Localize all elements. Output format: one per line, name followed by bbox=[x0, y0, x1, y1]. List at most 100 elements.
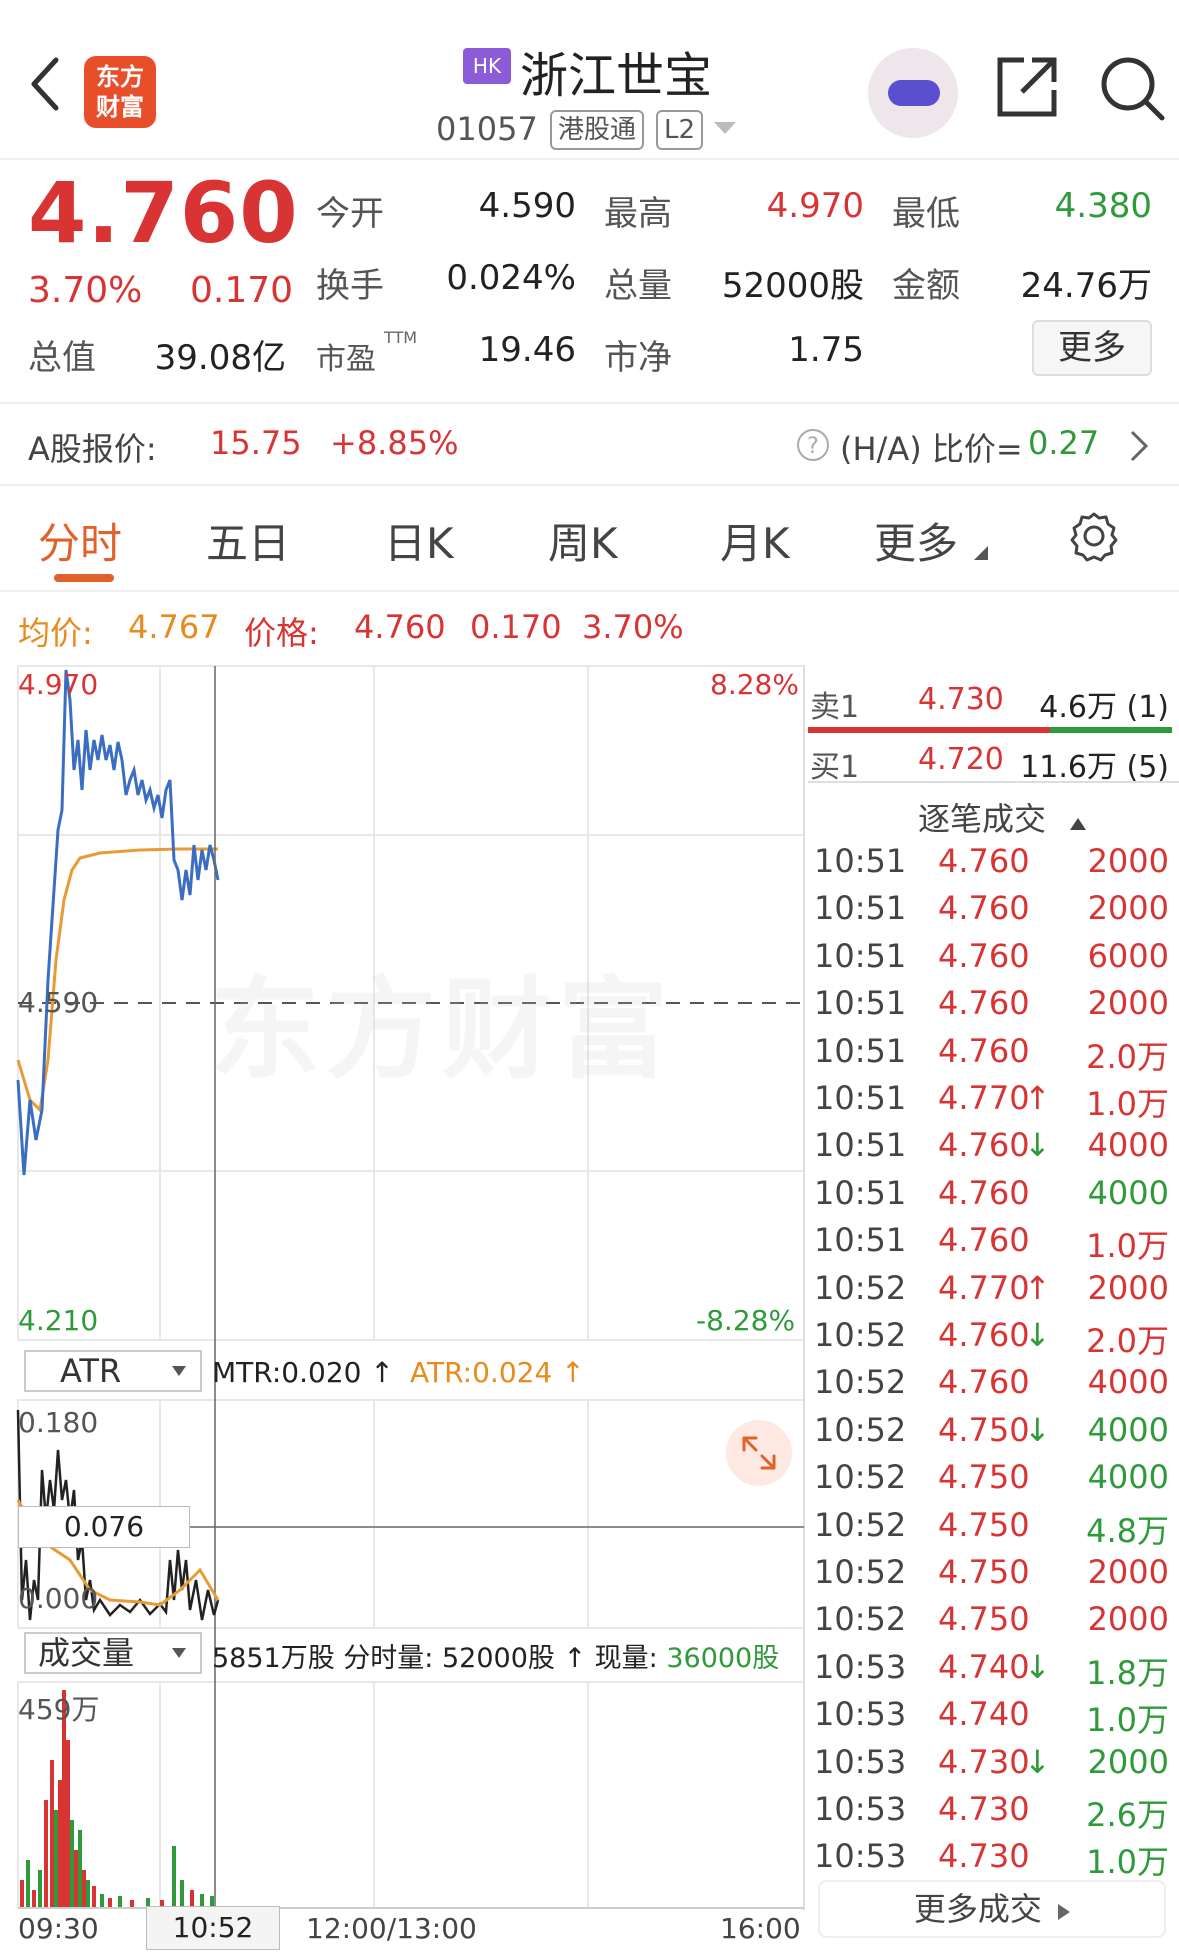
tick-volume: 1.0万 bbox=[1086, 1085, 1169, 1123]
tick-time: 10:52 bbox=[814, 1410, 907, 1449]
tick-time: 10:51 bbox=[814, 842, 907, 880]
time-label-close: 16:00 bbox=[720, 1912, 801, 1945]
tick-volume: 4000 bbox=[1087, 1363, 1169, 1402]
tick-row: 10:53 4.740 ↓ 1.8万 bbox=[810, 1648, 1179, 1695]
crosshair-value-tag: 0.076 bbox=[18, 1506, 190, 1548]
arrow-up-icon: ↑ bbox=[1024, 1079, 1051, 1117]
tick-price: 4.760 bbox=[938, 842, 1030, 880]
tick-price: 4.760 bbox=[938, 1363, 1030, 1402]
sort-up-icon bbox=[1070, 818, 1087, 830]
tick-volume: 1.0万 bbox=[1086, 1701, 1169, 1740]
tick-row: 10:51 4.760 2000 bbox=[810, 984, 1179, 1031]
tick-time: 10:53 bbox=[814, 1837, 907, 1876]
total-volume: 5851万股 bbox=[212, 1643, 335, 1674]
tick-time: 10:51 bbox=[814, 1031, 907, 1070]
arrow-down-icon: ↓ bbox=[1024, 1316, 1051, 1354]
tick-price: 4.730 bbox=[938, 1790, 1030, 1828]
tick-row: 10:51 4.760 6000 bbox=[810, 937, 1179, 984]
tick-row: 10:53 4.730 2.6万 bbox=[810, 1790, 1179, 1837]
tick-time: 10:53 bbox=[814, 1790, 907, 1828]
tick-price: 4.770 bbox=[938, 1079, 1030, 1117]
atr-y-max: 0.180 bbox=[18, 1406, 99, 1439]
volume-dropdown[interactable]: 成交量 bbox=[24, 1632, 202, 1674]
buy-label: 买1 bbox=[810, 750, 860, 785]
buy-price: 4.720 bbox=[918, 742, 1004, 777]
tick-volume: 2000 bbox=[1087, 984, 1169, 1023]
tick-time: 10:51 bbox=[814, 984, 907, 1023]
dropdown-arrow-icon bbox=[172, 1366, 186, 1376]
price-line bbox=[16, 669, 220, 1176]
tick-price: 4.750 bbox=[938, 1410, 1030, 1449]
tick-row: 10:53 4.730 ↓ 2000 bbox=[810, 1743, 1179, 1790]
tick-row: 10:52 4.750 4000 bbox=[810, 1458, 1179, 1505]
tick-volume: 1.0万 bbox=[1086, 1843, 1169, 1882]
time-label-midday: 12:00/13:00 bbox=[306, 1912, 477, 1945]
indicator-dropdown-label: ATR bbox=[60, 1352, 122, 1390]
tick-volume: 2000 bbox=[1087, 1553, 1169, 1591]
volume-summary: 5851万股 分时量: 52000股 ↑ 现量: 36000股 bbox=[212, 1636, 779, 1675]
tick-price: 4.740 bbox=[938, 1647, 1030, 1686]
mtr-value: MTR:0.020 ↑ bbox=[212, 1356, 394, 1389]
current-volume: 36000股 bbox=[666, 1643, 780, 1674]
tick-volume: 2.0万 bbox=[1086, 1037, 1169, 1076]
tick-time: 10:52 bbox=[814, 1600, 907, 1639]
tick-volume: 2000 bbox=[1087, 1742, 1169, 1781]
tick-volume: 4.8万 bbox=[1086, 1511, 1169, 1550]
pct-min-label: -8.28% bbox=[696, 1304, 796, 1337]
tick-price: 4.750 bbox=[938, 1505, 1030, 1544]
tick-volume: 2000 bbox=[1087, 1268, 1169, 1307]
buy-volume: 11.6万 (5) bbox=[1020, 750, 1169, 785]
orderbook-sell-row[interactable]: 卖1 4.730 4.6万 (1) bbox=[810, 672, 1179, 728]
time-label-open: 09:30 bbox=[18, 1912, 99, 1945]
tick-row: 10:51 4.770 ↑ 1.0万 bbox=[810, 1079, 1179, 1126]
ticks-header[interactable]: 逐笔成交 bbox=[918, 794, 1087, 840]
tick-price: 4.730 bbox=[938, 1742, 1030, 1781]
tick-time: 10:51 bbox=[814, 936, 907, 975]
y-max-label: 4.970 bbox=[18, 668, 99, 701]
arrow-down-icon: ↓ bbox=[1024, 1410, 1051, 1449]
tick-price: 4.730 bbox=[938, 1837, 1030, 1876]
ticks-header-label: 逐笔成交 bbox=[918, 800, 1047, 838]
indicator-dropdown[interactable]: ATR bbox=[24, 1350, 202, 1392]
tick-row: 10:52 4.750 2000 bbox=[810, 1600, 1179, 1647]
tick-time: 10:52 bbox=[814, 1458, 907, 1497]
tick-row: 10:52 4.750 4.8万 bbox=[810, 1506, 1179, 1553]
tick-time: 10:52 bbox=[814, 1363, 907, 1402]
more-deals-button[interactable]: 更多成交 bbox=[818, 1880, 1166, 1938]
y-min-label: 4.210 bbox=[18, 1304, 99, 1337]
tick-price: 4.770 bbox=[938, 1268, 1030, 1307]
dropdown-arrow-icon bbox=[172, 1648, 186, 1658]
sell-label: 卖1 bbox=[810, 690, 860, 725]
tick-price: 4.760 bbox=[938, 936, 1030, 975]
tick-row: 10:51 4.760 2000 bbox=[810, 889, 1179, 936]
volume-dropdown-label: 成交量 bbox=[38, 1634, 135, 1672]
tick-row: 10:51 4.760 4000 bbox=[810, 1174, 1179, 1221]
pct-max-label: 8.28% bbox=[710, 668, 799, 701]
arrow-down-icon: ↓ bbox=[1024, 1742, 1051, 1781]
tick-row: 10:51 4.760 2.0万 bbox=[810, 1032, 1179, 1079]
tick-time: 10:51 bbox=[814, 1221, 907, 1260]
tick-price: 4.760 bbox=[938, 1126, 1030, 1165]
tick-volume: 1.8万 bbox=[1086, 1653, 1169, 1692]
tick-volume: 2.0万 bbox=[1086, 1322, 1169, 1360]
tick-price: 4.760 bbox=[938, 1173, 1030, 1212]
expand-button[interactable] bbox=[726, 1420, 792, 1486]
tick-time: 10:51 bbox=[814, 1079, 907, 1117]
tick-volume: 4000 bbox=[1087, 1458, 1169, 1497]
tick-volume: 2000 bbox=[1087, 889, 1169, 928]
tick-time: 10:52 bbox=[814, 1505, 907, 1544]
tick-row: 10:53 4.730 1.0万 bbox=[810, 1837, 1179, 1884]
tick-volume: 2000 bbox=[1087, 842, 1169, 880]
tick-price: 4.750 bbox=[938, 1600, 1030, 1639]
tick-row: 10:51 4.760 2000 bbox=[810, 842, 1179, 889]
tick-row: 10:51 4.760 1.0万 bbox=[810, 1221, 1179, 1268]
tick-volume: 4000 bbox=[1087, 1126, 1169, 1165]
tick-volume: 2000 bbox=[1087, 1600, 1169, 1639]
arrow-down-icon: ↓ bbox=[1024, 1647, 1051, 1686]
tick-time: 10:52 bbox=[814, 1268, 907, 1307]
tick-time: 10:53 bbox=[814, 1742, 907, 1781]
tick-price: 4.750 bbox=[938, 1553, 1030, 1591]
atr-y-min: 0.000 bbox=[18, 1582, 99, 1615]
sell-volume: 4.6万 (1) bbox=[1039, 690, 1169, 725]
orderbook-buy-row[interactable]: 买1 4.720 11.6万 (5) bbox=[810, 732, 1179, 788]
